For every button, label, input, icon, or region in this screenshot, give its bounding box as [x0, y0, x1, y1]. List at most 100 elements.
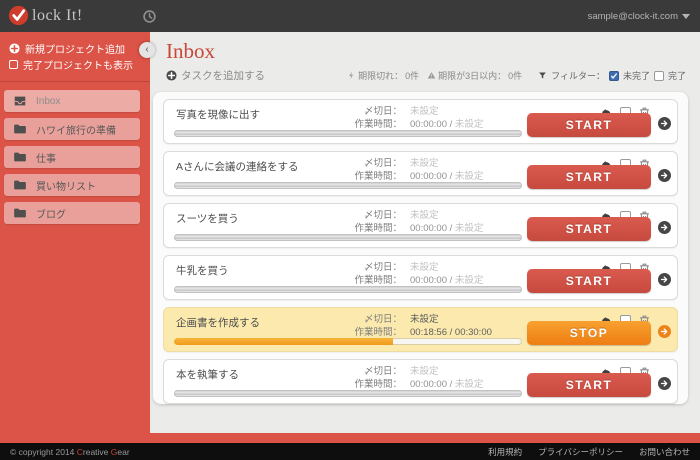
clock-icon[interactable] [143, 10, 156, 23]
project-list: Inbox ハワイ旅行の準備 仕事 買い物リスト ブログ [0, 81, 150, 224]
folder-icon [13, 122, 27, 136]
project-label: 仕事 [36, 150, 56, 165]
task-card: 牛乳を買う 〆切日： 未設定 作業時間： 00:00:00 / 未設定 [163, 255, 678, 300]
folder-icon [13, 206, 27, 220]
filter-bar: 期限切れ：0件 期限が3日以内：0件 フィルター： [347, 69, 686, 82]
show-completed-toggle[interactable]: 完了プロジェクトも表示 [0, 56, 150, 72]
time-limit: 未設定 [455, 379, 484, 390]
deadline-label: 〆切日： [350, 209, 402, 222]
due-soon-stat: 期限が3日以内：0件 [427, 69, 522, 82]
time-limit: 未設定 [455, 275, 484, 286]
account-email: sample@clock-it.com [588, 11, 678, 22]
time-current: 00:00:00 [410, 223, 447, 234]
deadline-label: 〆切日： [350, 105, 402, 118]
clock-check-logo-icon [8, 5, 29, 26]
task-title: Aさんに会議の連絡をする [176, 159, 299, 174]
sidebar-item-hawaii[interactable]: ハワイ旅行の準備 [4, 118, 140, 140]
task-title: 写真を現像に出す [176, 107, 260, 122]
sidebar-item-inbox[interactable]: Inbox [4, 90, 140, 112]
time-limit: 未設定 [455, 119, 484, 130]
task-detail-arrow-icon[interactable] [658, 377, 671, 390]
time-current: 00:00:00 [410, 379, 447, 390]
project-label: Inbox [36, 96, 60, 107]
progress-bar [174, 182, 522, 189]
footer-links: 利用規約 プライバシーポリシー お問い合わせ [488, 446, 690, 458]
deadline-value: 未設定 [410, 365, 439, 378]
deadline-value: 未設定 [410, 261, 439, 274]
deadline-label: 〆切日： [350, 261, 402, 274]
sidebar-collapse-button[interactable]: ‹ [139, 42, 155, 58]
progress-bar [174, 338, 522, 345]
task-detail-arrow-icon[interactable] [658, 273, 671, 286]
add-project-button[interactable]: 新規プロジェクト追加 [0, 40, 150, 56]
deadline-label: 〆切日： [350, 157, 402, 170]
task-detail-arrow-icon[interactable] [658, 169, 671, 182]
overdue-stat: 期限切れ：0件 [347, 69, 419, 82]
sidebar-item-shopping[interactable]: 買い物リスト [4, 174, 140, 196]
terms-link[interactable]: 利用規約 [488, 446, 522, 458]
account-menu[interactable]: sample@clock-it.com [588, 0, 690, 32]
task-card: 本を執筆する 〆切日： 未設定 作業時間： 00:00:00 / 未設定 [163, 359, 678, 404]
filter-group: フィルター： 未完了 完了 [538, 69, 686, 82]
task-detail-arrow-icon[interactable] [658, 325, 671, 338]
progress-bar [174, 130, 522, 137]
deadline-label: 〆切日： [350, 365, 402, 378]
progress-fill [174, 338, 393, 345]
timer-button[interactable]: START [527, 165, 651, 189]
time-current: 00:00:00 [410, 275, 447, 286]
progress-bar [174, 390, 522, 397]
chevron-down-icon [682, 14, 690, 19]
filter-label: フィルター： [551, 69, 605, 82]
task-card: スーツを買う 〆切日： 未設定 作業時間： 00:00:00 / 未設定 [163, 203, 678, 248]
task-title: 企画書を作成する [176, 315, 260, 330]
plus-circle-icon [166, 70, 177, 81]
main-content: Inbox タスクを追加する 期限切れ：0件 [150, 32, 700, 433]
add-task-button[interactable]: タスクを追加する [166, 68, 265, 83]
task-detail-arrow-icon[interactable] [658, 221, 671, 234]
app-logo: lock It! [8, 5, 83, 26]
task-card: 写真を現像に出す 〆切日： 未設定 作業時間： 00:00:00 / 未設定 [163, 99, 678, 144]
privacy-link[interactable]: プライバシーポリシー [538, 446, 623, 458]
inbox-icon [13, 94, 27, 108]
project-label: ブログ [36, 206, 66, 221]
task-meta: 〆切日： 未設定 作業時間： 00:00:00 / 未設定 [350, 365, 483, 391]
task-meta: 〆切日： 未設定 作業時間： 00:00:00 / 未設定 [350, 105, 483, 131]
timer-button[interactable]: START [527, 269, 651, 293]
deadline-value: 未設定 [410, 313, 439, 326]
timer-button[interactable]: START [527, 373, 651, 397]
deadline-label: 〆切日： [350, 313, 402, 326]
task-meta: 〆切日： 未設定 作業時間： 00:18:56 / 00:30:00 [350, 313, 492, 339]
progress-bar [174, 234, 522, 241]
app-logo-text: lock It! [32, 7, 83, 25]
add-project-label: 新規プロジェクト追加 [25, 41, 125, 56]
task-meta: 〆切日： 未設定 作業時間： 00:00:00 / 未設定 [350, 157, 483, 183]
progress-bar [174, 286, 522, 293]
lightning-icon [347, 71, 356, 80]
time-current: 00:00:00 [410, 171, 447, 182]
deadline-value: 未設定 [410, 157, 439, 170]
timer-button[interactable]: STOP [527, 321, 651, 345]
time-limit: 未設定 [455, 171, 484, 182]
deadline-value: 未設定 [410, 209, 439, 222]
sidebar-item-blog[interactable]: ブログ [4, 202, 140, 224]
deadline-value: 未設定 [410, 105, 439, 118]
time-limit: 未設定 [455, 223, 484, 234]
filter-incomplete-label[interactable]: 未完了 [623, 69, 650, 82]
task-detail-arrow-icon[interactable] [658, 117, 671, 130]
filter-complete-checkbox[interactable] [654, 71, 664, 81]
timer-button[interactable]: START [527, 113, 651, 137]
sidebar: 新規プロジェクト追加 完了プロジェクトも表示 Inbox ハワイ旅行の準備 仕事 [0, 32, 150, 443]
project-label: ハワイ旅行の準備 [36, 122, 116, 137]
task-title: スーツを買う [176, 211, 239, 226]
copyright: © copyright 2014 Creative Gear [10, 447, 130, 457]
page-title: Inbox [166, 39, 686, 64]
contact-link[interactable]: お問い合わせ [639, 446, 690, 458]
show-completed-checkbox[interactable] [9, 60, 18, 69]
task-card: Aさんに会議の連絡をする 〆切日： 未設定 作業時間： 00:00:00 / 未… [163, 151, 678, 196]
sidebar-item-work[interactable]: 仕事 [4, 146, 140, 168]
timer-button[interactable]: START [527, 217, 651, 241]
filter-incomplete-checkbox[interactable] [609, 71, 619, 81]
filter-complete-label[interactable]: 完了 [668, 69, 686, 82]
task-meta: 〆切日： 未設定 作業時間： 00:00:00 / 未設定 [350, 209, 483, 235]
show-completed-label: 完了プロジェクトも表示 [23, 57, 133, 72]
